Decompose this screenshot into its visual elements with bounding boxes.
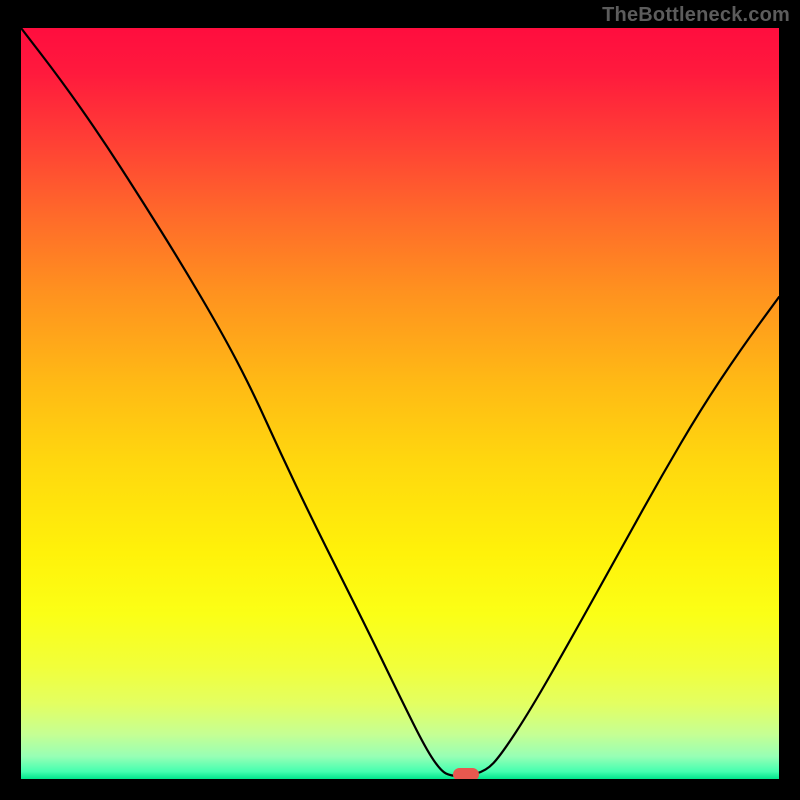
bottleneck-curve [21, 28, 779, 776]
optimum-marker [453, 768, 479, 779]
chart-frame: TheBottleneck.com [0, 0, 800, 800]
plot-area [21, 28, 779, 779]
watermark-label: TheBottleneck.com [602, 4, 790, 27]
curve-layer [21, 28, 779, 779]
